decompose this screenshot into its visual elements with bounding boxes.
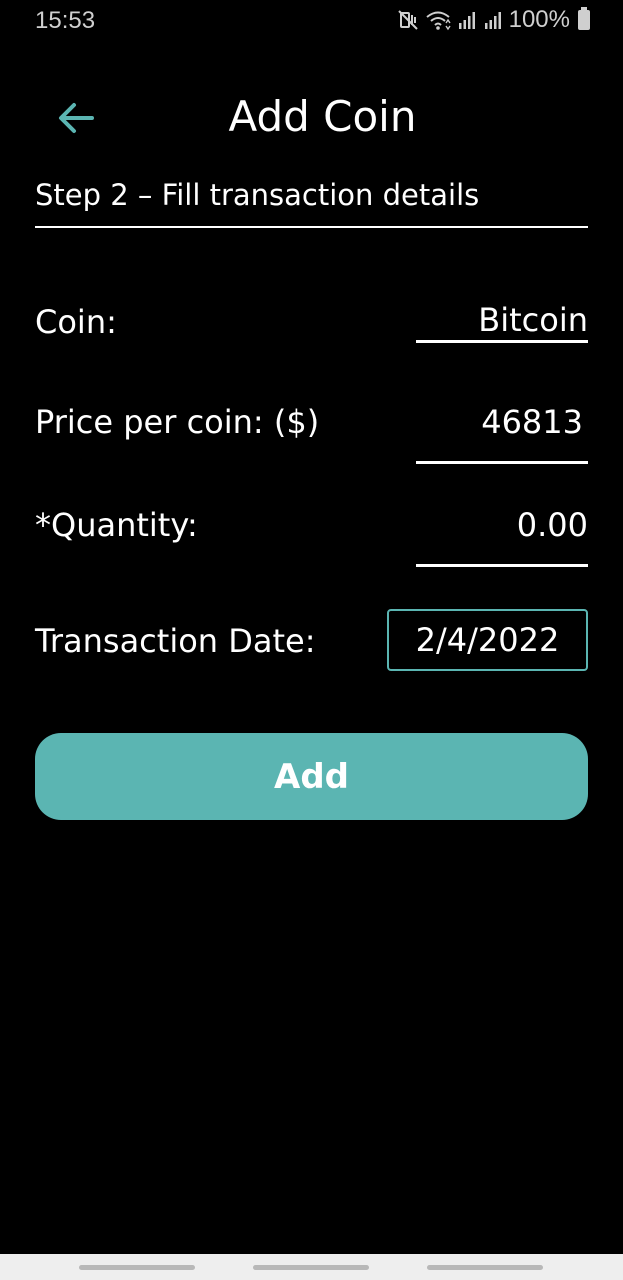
battery-icon	[578, 7, 590, 30]
nav-handle[interactable]	[253, 1265, 369, 1270]
coin-field[interactable]: Bitcoin	[416, 300, 588, 343]
navigation-bar	[0, 1254, 623, 1280]
date-picker[interactable]: 2/4/2022	[387, 609, 588, 671]
coin-row: Coin: Bitcoin	[35, 300, 588, 360]
page-title: Add Coin	[228, 92, 417, 141]
add-button[interactable]: Add	[35, 733, 588, 820]
price-label: Price per coin: ($)	[35, 403, 320, 441]
date-label: Transaction Date:	[35, 622, 316, 660]
status-icons: 100%	[397, 6, 590, 34]
signal-icon	[483, 10, 503, 30]
status-bar: 15:53 100%	[0, 0, 623, 44]
price-row: Price per coin: ($) 46813	[35, 400, 588, 466]
price-input[interactable]: 46813	[416, 402, 588, 464]
coin-label: Coin:	[35, 303, 117, 341]
quantity-label: *Quantity:	[35, 506, 198, 544]
nav-handle[interactable]	[79, 1265, 195, 1270]
signal-icon	[457, 10, 477, 30]
status-time: 15:53	[35, 7, 96, 34]
header: Add Coin	[0, 88, 623, 152]
battery-percentage: 100%	[508, 6, 570, 33]
step-subtitle: Step 2 – Fill transaction details	[35, 178, 588, 228]
date-row: Transaction Date: 2/4/2022	[35, 609, 588, 671]
nav-handle[interactable]	[427, 1265, 543, 1270]
quantity-input[interactable]: 0.00	[416, 505, 588, 567]
mute-vibrate-icon	[397, 9, 419, 31]
wifi-icon	[425, 9, 451, 31]
quantity-row: *Quantity: 0.00	[35, 503, 588, 569]
